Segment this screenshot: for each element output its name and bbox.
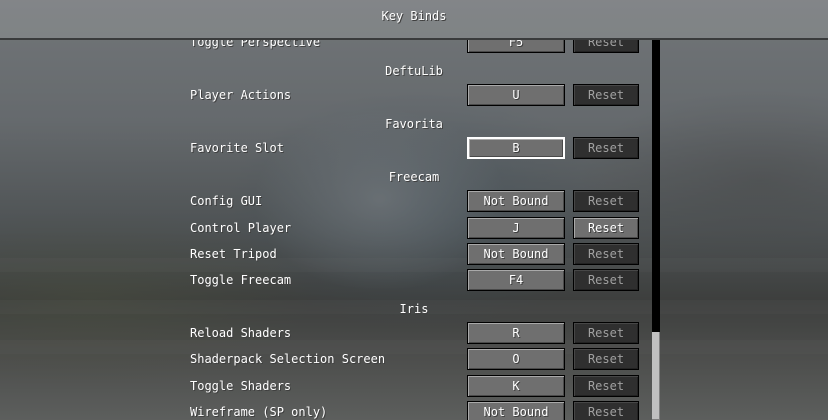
keybind-row: Shaderpack Selection Screen O Reset — [0, 348, 828, 372]
keybind-label: Toggle Freecam — [190, 273, 292, 287]
keybind-key-button[interactable]: Not Bound — [467, 243, 565, 265]
keybind-label: Reset Tripod — [190, 247, 277, 261]
reset-button[interactable]: Reset — [573, 217, 639, 239]
scrollbar-thumb[interactable] — [652, 332, 660, 420]
keybind-row: Reset Tripod Not Bound Reset — [0, 243, 828, 267]
keybind-label: Toggle Perspective — [190, 40, 321, 49]
keybind-label: Wireframe (SP only) — [190, 405, 328, 419]
reset-button[interactable]: Reset — [573, 40, 639, 53]
reset-button[interactable]: Reset — [573, 190, 639, 212]
keybind-key-button[interactable]: U — [467, 84, 565, 106]
keybind-label: Player Actions — [190, 88, 292, 102]
keybind-row: Control Player J Reset — [0, 217, 828, 241]
keybind-label: Favorite Slot — [190, 141, 284, 155]
keybind-row: Toggle Shaders K Reset — [0, 375, 828, 399]
category-header: Freecam — [388, 170, 440, 184]
reset-button[interactable]: Reset — [573, 322, 639, 344]
keybind-key-button[interactable]: K — [467, 375, 565, 397]
header-bar: Key Binds — [0, 0, 828, 40]
keybind-row: Favorite Slot B Reset — [0, 137, 828, 161]
keybind-label: Shaderpack Selection Screen — [190, 352, 386, 366]
keybind-key-button[interactable]: F5 — [467, 40, 565, 53]
keybind-row: Toggle Freecam F4 Reset — [0, 269, 828, 293]
keybind-key-button[interactable]: F4 — [467, 269, 565, 291]
reset-button[interactable]: Reset — [573, 401, 639, 420]
keybind-key-button[interactable]: J — [467, 217, 565, 239]
reset-button[interactable]: Reset — [573, 375, 639, 397]
category-header: Iris — [399, 302, 429, 316]
keybind-key-button[interactable]: R — [467, 322, 565, 344]
keybind-row: Config GUI Not Bound Reset — [0, 190, 828, 214]
reset-button[interactable]: Reset — [573, 84, 639, 106]
keybind-row: Player Actions U Reset — [0, 84, 828, 108]
keybind-label: Control Player — [190, 221, 292, 235]
keybind-row: Wireframe (SP only) Not Bound Reset — [0, 401, 828, 420]
reset-button[interactable]: Reset — [573, 269, 639, 291]
keybind-label: Reload Shaders — [190, 326, 292, 340]
screen-title: Key Binds — [381, 9, 447, 23]
keybind-key-button[interactable]: O — [467, 348, 565, 370]
category-header: Favorita — [385, 117, 443, 131]
category-header: DeftuLib — [385, 64, 443, 78]
reset-button[interactable]: Reset — [573, 348, 639, 370]
keybind-list[interactable]: Toggle Perspective F5 Reset DeftuLib Pla… — [0, 40, 828, 420]
keybind-row: Toggle Perspective F5 Reset — [0, 40, 828, 55]
keybind-row: Reload Shaders R Reset — [0, 322, 828, 346]
scrollbar-track[interactable] — [652, 40, 660, 420]
reset-button[interactable]: Reset — [573, 243, 639, 265]
keybind-label: Toggle Shaders — [190, 379, 292, 393]
keybind-key-button[interactable]: Not Bound — [467, 190, 565, 212]
reset-button[interactable]: Reset — [573, 137, 639, 159]
keybind-key-button[interactable]: B — [467, 137, 565, 159]
keybind-label: Config GUI — [190, 194, 263, 208]
keybind-key-button[interactable]: Not Bound — [467, 401, 565, 420]
